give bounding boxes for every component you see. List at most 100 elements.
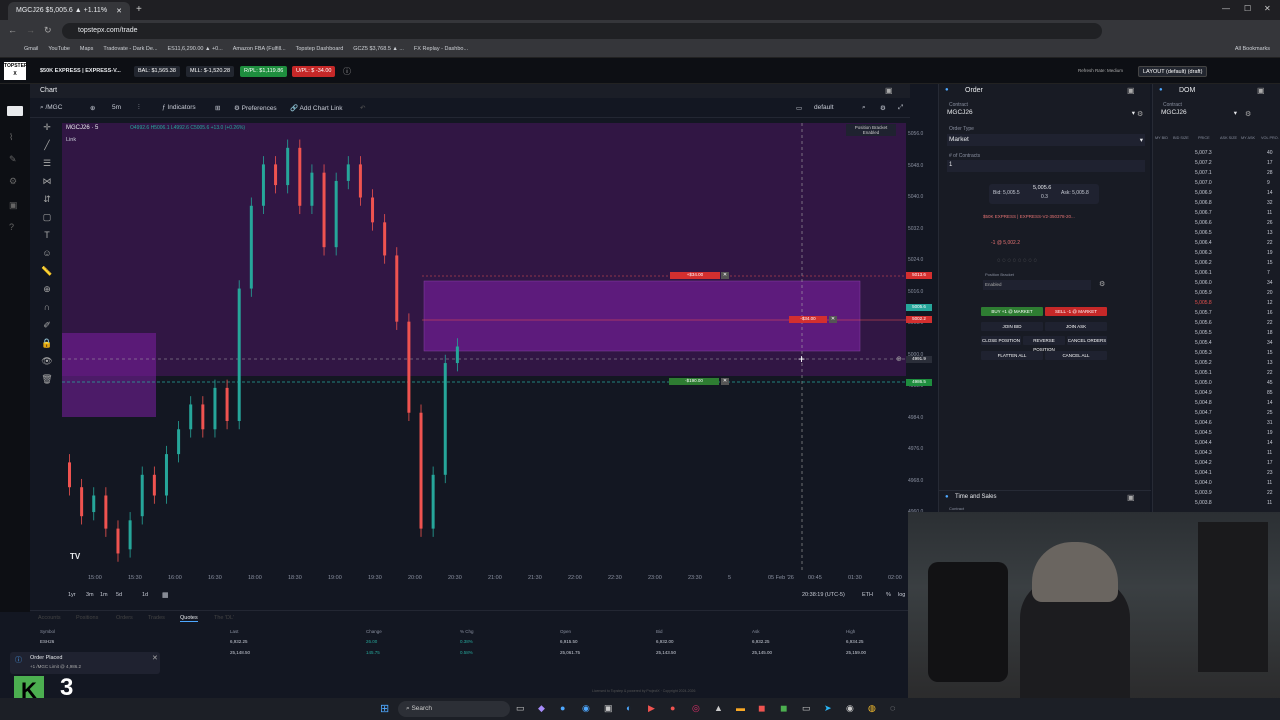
symbol-search[interactable]: ⌕ /MGC — [40, 104, 62, 112]
session-toggle[interactable]: ETH — [862, 592, 873, 598]
dom-row[interactable]: 5,006.0 34 — [1153, 278, 1280, 288]
log-toggle[interactable]: log — [898, 592, 905, 598]
dom-row[interactable]: 5,005.8 12 — [1153, 298, 1280, 308]
sell-market-button[interactable]: SELL -1 @ MARKET — [1045, 307, 1107, 316]
dom-row[interactable]: 5,007.3 40 — [1153, 148, 1280, 158]
join-bid-button[interactable]: JOIN BID — [981, 322, 1043, 331]
bar-type-icon[interactable]: ⫶ — [138, 104, 140, 112]
preferences-button[interactable]: ⚙ Preferences — [234, 104, 277, 112]
dom-row[interactable]: 5,005.4 34 — [1153, 338, 1280, 348]
eye-icon[interactable]: 👁 — [38, 352, 56, 370]
toast-close-icon[interactable]: ✕ — [152, 654, 158, 662]
dom-row[interactable]: 5,005.5 18 — [1153, 328, 1280, 338]
time-sales-expand-icon[interactable]: ▣ — [1127, 493, 1135, 502]
rectangle-icon[interactable]: ▢ — [38, 208, 56, 226]
app-icon[interactable]: ● — [560, 703, 565, 713]
dom-row[interactable]: 5,005.3 15 — [1153, 348, 1280, 358]
url-input[interactable]: topstepx.com/trade — [62, 23, 1102, 39]
add-chart-link-button[interactable]: 🔗 Add Chart Link — [290, 104, 343, 112]
buy-market-button[interactable]: BUY +1 @ MARKET — [981, 307, 1043, 316]
ask-value[interactable]: Ask: 5,005.8 — [1061, 190, 1089, 196]
emoji-icon[interactable]: ☺ — [38, 244, 56, 262]
layout-grid-icon[interactable]: ⊞ — [215, 104, 220, 112]
calendar-icon[interactable]: ▦ — [162, 591, 169, 599]
range-1yr[interactable]: 1yr — [68, 592, 76, 598]
magnet-icon[interactable]: ∩ — [38, 298, 56, 316]
app-icon[interactable]: ▣ — [604, 703, 613, 714]
dom-row[interactable]: 5,004.6 31 — [1153, 418, 1280, 428]
lock-icon[interactable]: 🔒 — [38, 334, 56, 352]
app-icon[interactable]: ◆ — [538, 703, 545, 714]
range-3m[interactable]: 3m — [86, 592, 94, 598]
dom-row[interactable]: 5,004.7 25 — [1153, 408, 1280, 418]
dom-row[interactable]: 5,005.6 22 — [1153, 318, 1280, 328]
dom-row[interactable]: 5,007.0 9 — [1153, 178, 1280, 188]
dom-row[interactable]: 5,004.3 11 — [1153, 448, 1280, 458]
range-1d[interactable]: 1d — [142, 592, 148, 598]
order-account-select[interactable]: $50K EXPRESS | EXPRESS-V2-350378-20... — [983, 214, 1107, 224]
maximize-icon[interactable]: ☐ — [1244, 4, 1251, 13]
dom-row[interactable]: 5,005.1 22 — [1153, 368, 1280, 378]
reverse-position-button[interactable]: REVERSE POSITION — [1023, 336, 1065, 352]
contract-select[interactable]: MGCJ26 ▾ — [947, 109, 1135, 119]
tv-nav-icon[interactable]: ▣ — [9, 200, 18, 211]
dom-row[interactable]: 5,005.9 20 — [1153, 288, 1280, 298]
order-settings-icon[interactable]: ⚙ — [1137, 110, 1143, 118]
bookmark-gcz5[interactable]: GCZ5 $3,768.5 ▲ ... — [353, 46, 404, 52]
close-position-button[interactable]: CLOSE POSITION — [981, 336, 1021, 345]
tab-the-dl[interactable]: The 'DL' — [214, 615, 234, 621]
close-icon[interactable]: ✕ — [116, 7, 122, 15]
dom-contract-select[interactable]: MGCJ26 ▾ — [1161, 109, 1237, 119]
dom-row[interactable]: 5,006.3 19 — [1153, 248, 1280, 258]
cancel-all-button[interactable]: CANCEL ALL — [1045, 351, 1107, 360]
app-icon[interactable]: ◉ — [582, 703, 590, 714]
app-icon[interactable]: ◉ — [846, 703, 854, 714]
dom-row[interactable]: 5,007.2 17 — [1153, 158, 1280, 168]
dom-row[interactable]: 5,006.6 26 — [1153, 218, 1280, 228]
bookmark-topstep[interactable]: Topstep Dashboard — [296, 46, 344, 52]
dom-row[interactable]: 5,006.9 14 — [1153, 188, 1280, 198]
bookmark-es[interactable]: ES11,6,290.00 ▲ +0... — [167, 46, 222, 52]
chart-nav-icon[interactable]: ⌇ — [9, 132, 13, 143]
dom-row[interactable]: 5,006.5 13 — [1153, 228, 1280, 238]
indicators-button[interactable]: ƒ Indicators — [162, 104, 196, 111]
dom-row[interactable]: 5,006.1 7 — [1153, 268, 1280, 278]
dom-ladder[interactable]: 5,007.3 40 5,007.2 17 5,007.1 28 5,007.0 9 5,006… — [1153, 148, 1280, 512]
target-cancel-icon[interactable]: ✕ — [829, 316, 837, 323]
expand-icon[interactable]: ▣ — [885, 86, 893, 95]
app-icon[interactable]: ● — [670, 703, 675, 713]
dom-row[interactable]: 5,004.9 85 — [1153, 388, 1280, 398]
browser-tab[interactable]: MGCJ26 $5,005.6 ▲ +1.11% ✕ — [8, 2, 130, 20]
tab-positions[interactable]: Positions — [76, 615, 98, 621]
youtube-icon[interactable]: ▶ — [648, 703, 655, 714]
limit-cancel-icon[interactable]: ✕ — [721, 378, 729, 385]
text-icon[interactable]: T — [38, 226, 56, 244]
taskbar-search[interactable]: ⌕ Search — [398, 701, 510, 717]
cursor-icon[interactable]: ✛ — [38, 118, 56, 136]
link-toggle[interactable]: Link — [66, 137, 76, 143]
dom-row[interactable]: 5,003.9 22 — [1153, 488, 1280, 498]
bid-value[interactable]: Bid: 5,005.5 — [993, 190, 1020, 196]
reload-icon[interactable]: ↻ — [44, 25, 52, 36]
dom-row[interactable]: 5,006.7 11 — [1153, 208, 1280, 218]
price-axis[interactable]: 5056.0 5048.0 5040.0 5032.0 5024.0 5016.0 5008… — [906, 123, 932, 570]
lock-drawing-icon[interactable]: ✐ — [38, 316, 56, 334]
dom-row[interactable]: 5,003.8 11 — [1153, 498, 1280, 508]
app-icon[interactable]: ◌ — [890, 703, 895, 713]
close-window-icon[interactable]: ✕ — [1264, 4, 1271, 13]
telegram-icon[interactable]: ➤ — [824, 703, 832, 714]
crosshair-plus-icon[interactable]: ⊕ — [896, 355, 902, 363]
bookmark-maps[interactable]: Maps — [80, 46, 93, 52]
bookmark-tradovate[interactable]: Tradovate - Dark De... — [103, 46, 157, 52]
fullscreen-icon[interactable]: ▭ — [796, 104, 802, 112]
settings-nav-icon[interactable]: ⚙ — [9, 176, 17, 187]
edge-icon[interactable]: ◐ — [626, 703, 631, 713]
bracket-select[interactable]: Enabled — [983, 280, 1091, 290]
time-axis[interactable]: 15:00 15:30 16:00 16:30 18:00 18:30 19:00 19:30… — [62, 572, 906, 586]
dom-settings-icon[interactable]: ⚙ — [1245, 110, 1251, 118]
chrome-icon[interactable]: ◍ — [868, 703, 876, 714]
percent-toggle[interactable]: % — [886, 592, 891, 598]
stop-order-label[interactable]: +$34.00 — [670, 272, 720, 279]
dom-row[interactable]: 5,004.8 14 — [1153, 398, 1280, 408]
app-icon[interactable]: ◼ — [780, 703, 787, 714]
